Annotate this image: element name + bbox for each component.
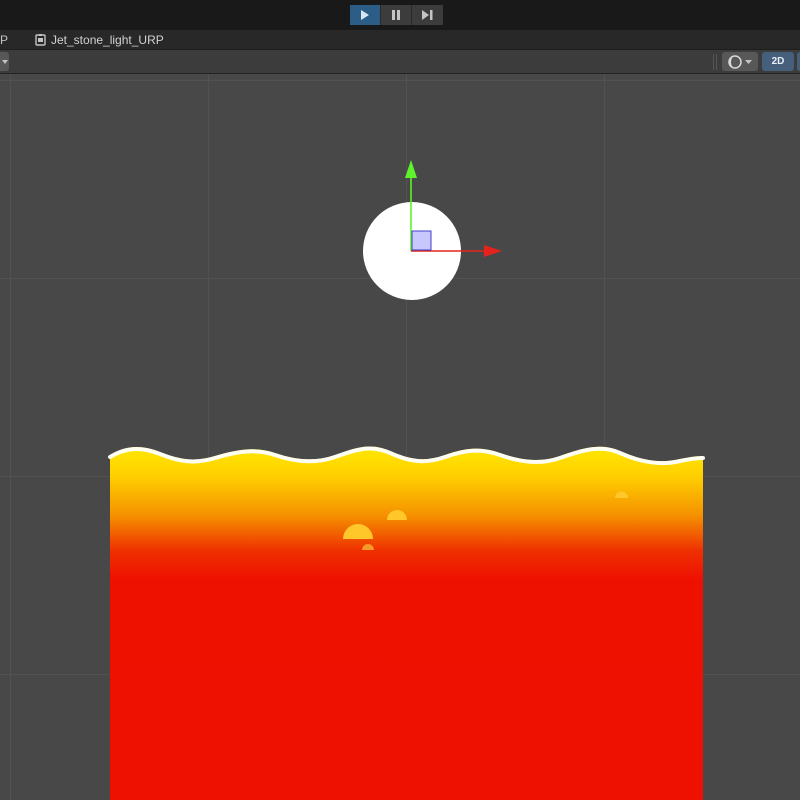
play-toolbar xyxy=(0,0,800,30)
scene-tab-bar: P Jet_stone_light_URP xyxy=(0,30,800,50)
shading-mode-icon xyxy=(728,54,742,69)
step-icon xyxy=(422,10,433,20)
scene-view-toolbar: 2D xyxy=(0,50,800,74)
pause-button[interactable] xyxy=(381,5,412,25)
tab-partial-label[interactable]: P xyxy=(0,33,8,47)
play-controls xyxy=(350,5,443,25)
chevron-down-icon xyxy=(745,59,752,64)
2d-mode-toggle[interactable]: 2D xyxy=(762,52,794,71)
play-button[interactable] xyxy=(350,5,381,25)
lava-body xyxy=(110,446,703,800)
tab-label: Jet_stone_light_URP xyxy=(51,33,164,47)
toolbar-divider xyxy=(713,54,714,70)
step-button[interactable] xyxy=(412,5,443,25)
chevron-down-icon xyxy=(1,59,8,64)
lava-sprite[interactable] xyxy=(108,446,705,800)
gizmo-xy-plane-handle[interactable] xyxy=(411,230,432,251)
pause-icon xyxy=(392,10,400,20)
scene-canvas[interactable] xyxy=(0,74,800,800)
tool-dropdown-button[interactable] xyxy=(0,52,9,71)
tab-jet-stone-light-urp[interactable]: Jet_stone_light_URP xyxy=(35,32,164,48)
toolbar-divider xyxy=(716,54,717,70)
prefab-icon xyxy=(35,34,46,46)
gizmo-x-arrow-icon[interactable] xyxy=(484,245,502,257)
play-icon xyxy=(361,10,369,20)
shading-mode-button[interactable] xyxy=(722,52,758,71)
unity-editor: P Jet_stone_light_URP 2D xyxy=(0,0,800,800)
scene-viewport[interactable] xyxy=(0,74,800,800)
